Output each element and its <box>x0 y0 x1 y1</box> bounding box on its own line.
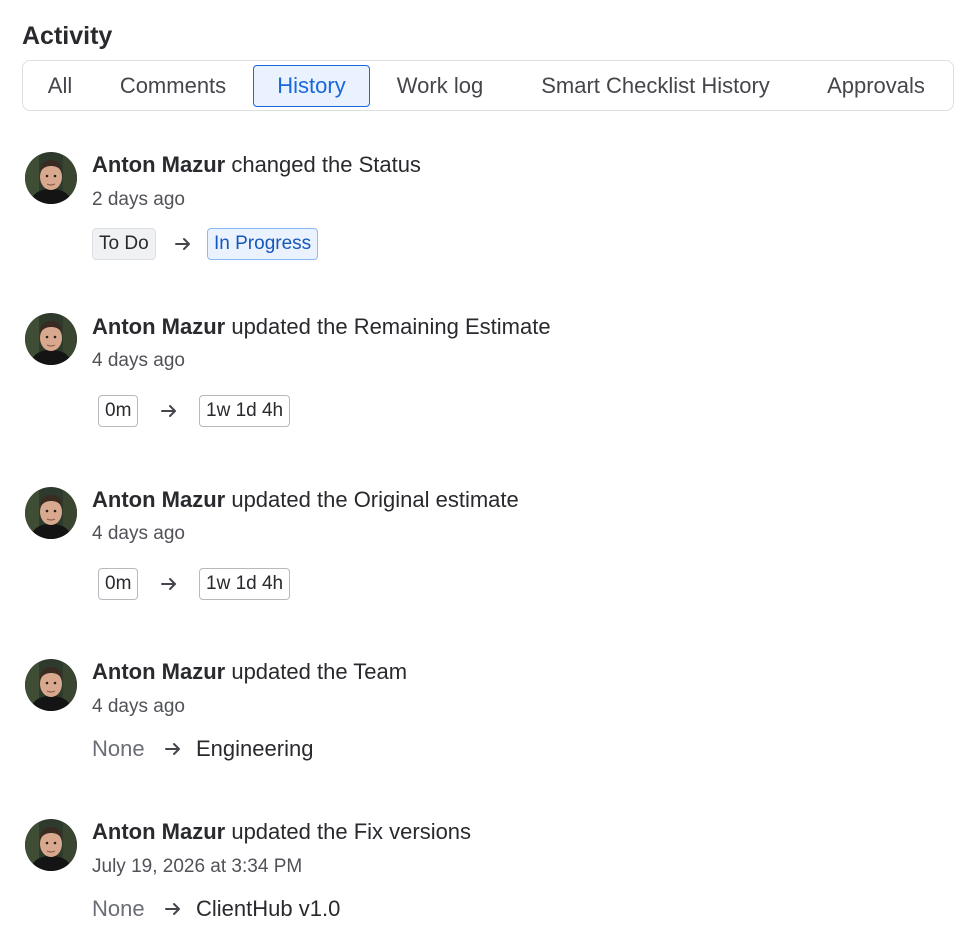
history-item-summary: Anton Mazur updated the Remaining Estima… <box>92 314 551 340</box>
history-item-summary: Anton Mazur changed the Status <box>92 152 421 178</box>
field-name: Status <box>358 152 421 177</box>
avatar[interactable] <box>25 659 77 711</box>
history-item-summary: Anton Mazur updated the Team <box>92 659 407 685</box>
history-item-summary: Anton Mazur updated the Fix versions <box>92 819 471 845</box>
old-value-text: None <box>92 736 145 761</box>
arrow-right-icon <box>163 739 183 759</box>
actor-name[interactable]: Anton Mazur <box>92 487 225 512</box>
actor-name[interactable]: Anton Mazur <box>92 152 225 177</box>
timestamp: 2 days ago <box>92 189 185 210</box>
field-name: Remaining Estimate <box>353 314 551 339</box>
timestamp: 4 days ago <box>92 350 185 371</box>
action-text: updated the <box>231 819 348 844</box>
timestamp: July 19, 2026 at 3:34 PM <box>92 856 303 877</box>
new-value-text: ClientHub v1.0 <box>196 896 341 921</box>
activity-heading: Activity <box>22 22 113 50</box>
arrow-right-icon <box>159 401 179 421</box>
tab-work-log[interactable]: Work log <box>383 65 497 107</box>
activity-panel: Activity All Comments History Work log S… <box>0 0 958 942</box>
new-value-chip: 1w 1d 4h <box>199 568 291 600</box>
avatar[interactable] <box>25 487 77 539</box>
old-value-chip: 0m <box>98 395 139 427</box>
arrow-right-icon <box>163 899 183 919</box>
tab-approvals[interactable]: Approvals <box>813 65 939 107</box>
field-name: Fix versions <box>353 819 472 844</box>
old-value-chip: 0m <box>98 568 139 600</box>
arrow-right-icon <box>173 234 193 254</box>
tab-smart-checklist-history[interactable]: Smart Checklist History <box>518 65 793 107</box>
activity-tabs: All Comments History Work log Smart Chec… <box>22 60 954 111</box>
field-name: Original estimate <box>353 487 519 512</box>
arrow-right-icon <box>159 574 179 594</box>
actor-name[interactable]: Anton Mazur <box>92 819 225 844</box>
action-text: changed the <box>231 152 353 177</box>
old-value-lozenge: To Do <box>92 228 156 260</box>
actor-name[interactable]: Anton Mazur <box>92 314 225 339</box>
new-value-lozenge: In Progress <box>207 228 319 260</box>
actor-name[interactable]: Anton Mazur <box>92 659 225 684</box>
new-value-text: Engineering <box>196 736 314 761</box>
avatar[interactable] <box>25 313 77 365</box>
tab-comments[interactable]: Comments <box>103 65 243 107</box>
timestamp: 4 days ago <box>92 696 185 717</box>
action-text: updated the <box>231 314 348 339</box>
timestamp: 4 days ago <box>92 523 185 544</box>
field-name: Team <box>353 659 408 684</box>
tab-all[interactable]: All <box>31 65 89 107</box>
avatar[interactable] <box>25 152 77 204</box>
avatar[interactable] <box>25 819 77 871</box>
action-text: updated the <box>231 487 348 512</box>
tab-history[interactable]: History <box>253 65 370 107</box>
history-item-summary: Anton Mazur updated the Original estimat… <box>92 487 519 513</box>
old-value-text: None <box>92 896 145 921</box>
new-value-chip: 1w 1d 4h <box>199 395 291 427</box>
action-text: updated the <box>231 659 348 684</box>
